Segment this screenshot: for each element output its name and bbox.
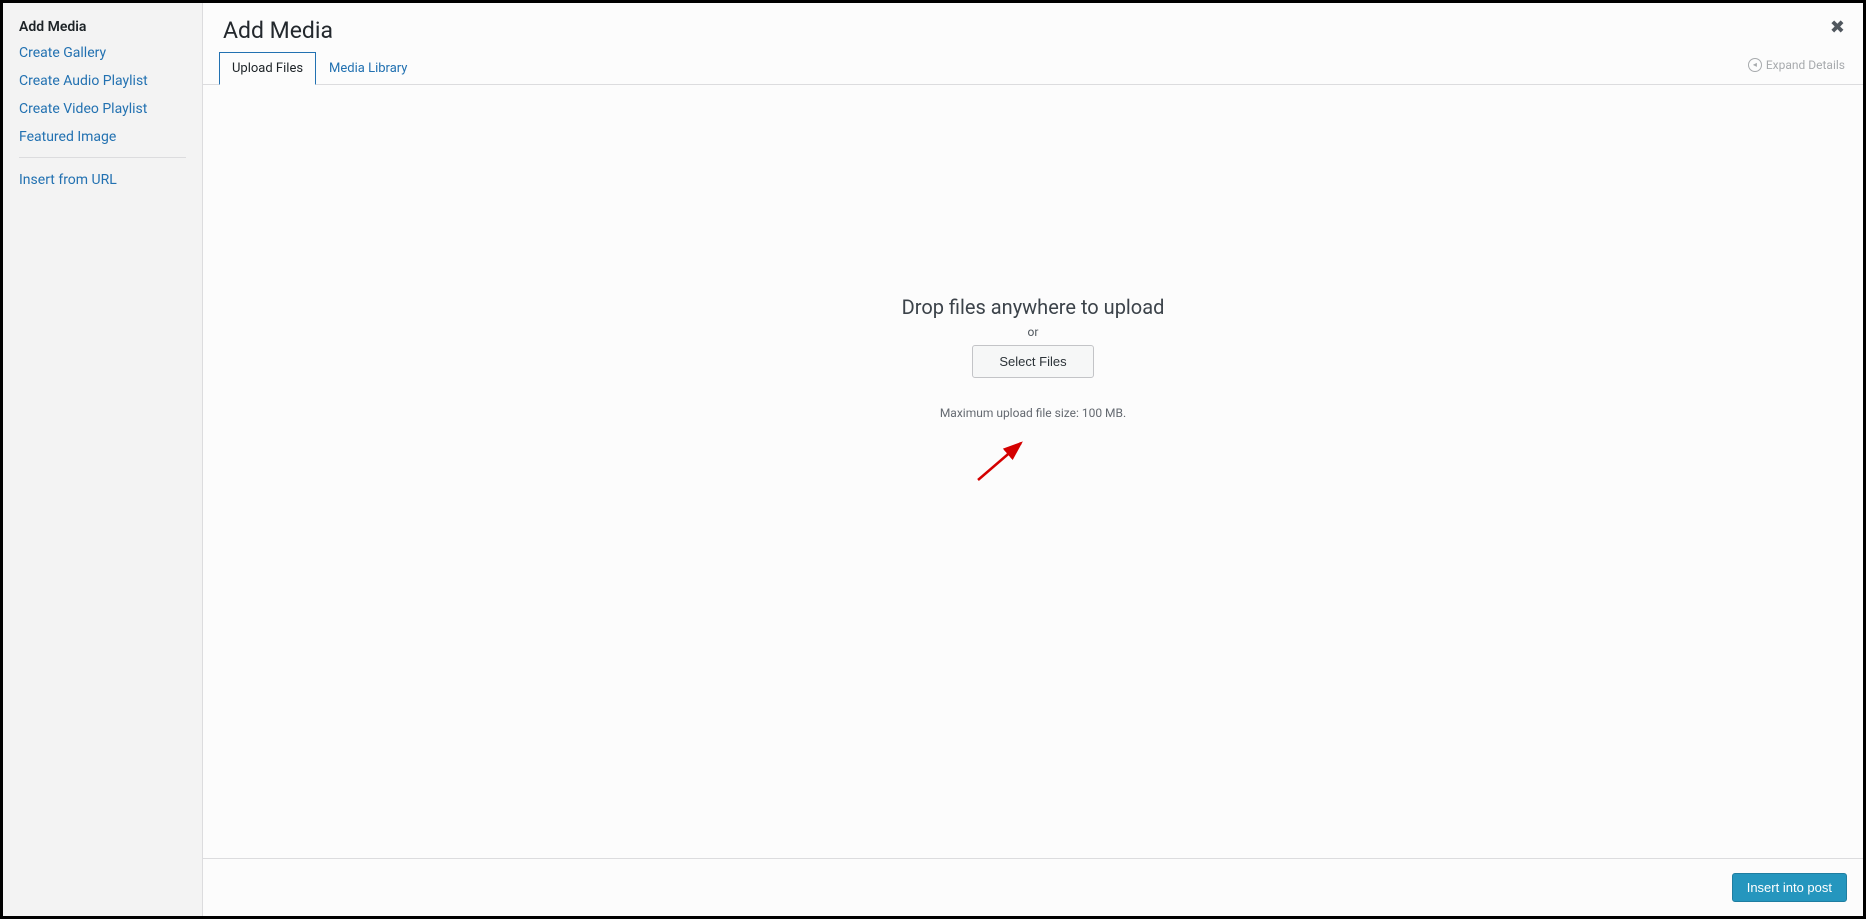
or-label: or <box>1028 325 1039 339</box>
sidebar: Add Media Create Gallery Create Audio Pl… <box>3 3 203 916</box>
sidebar-item-featured-image[interactable]: Featured Image <box>19 129 186 145</box>
sidebar-item-create-video-playlist[interactable]: Create Video Playlist <box>19 101 186 117</box>
sidebar-item-create-gallery[interactable]: Create Gallery <box>19 45 186 61</box>
expand-icon: ◂ <box>1748 58 1762 72</box>
footer: Insert into post <box>203 858 1863 916</box>
main: Add Media ✖ Upload Files Media Library ◂… <box>203 3 1863 916</box>
tabs-row: Upload Files Media Library ◂ Expand Deta… <box>203 52 1863 85</box>
tab-upload-files[interactable]: Upload Files <box>219 52 316 85</box>
sidebar-title: Add Media <box>19 19 186 35</box>
expand-details-label: Expand Details <box>1766 58 1845 72</box>
drop-label: Drop files anywhere to upload <box>902 295 1165 319</box>
max-upload-label: Maximum upload file size: 100 MB. <box>940 406 1126 420</box>
expand-details: ◂ Expand Details <box>1748 58 1845 72</box>
close-button[interactable]: ✖ <box>1830 17 1845 38</box>
select-files-button[interactable]: Select Files <box>972 345 1093 378</box>
insert-into-post-button[interactable]: Insert into post <box>1732 873 1847 902</box>
upload-area[interactable]: Drop files anywhere to upload or Select … <box>203 85 1863 858</box>
close-icon: ✖ <box>1830 17 1845 37</box>
tab-media-library[interactable]: Media Library <box>316 52 420 85</box>
annotation-arrow <box>973 435 1033 489</box>
sidebar-item-insert-from-url[interactable]: Insert from URL <box>19 172 186 188</box>
header: Add Media ✖ <box>203 3 1863 52</box>
sidebar-item-create-audio-playlist[interactable]: Create Audio Playlist <box>19 73 186 89</box>
sidebar-divider <box>19 157 186 158</box>
media-modal: Add Media Create Gallery Create Audio Pl… <box>0 0 1866 919</box>
page-title: Add Media <box>223 17 1843 44</box>
